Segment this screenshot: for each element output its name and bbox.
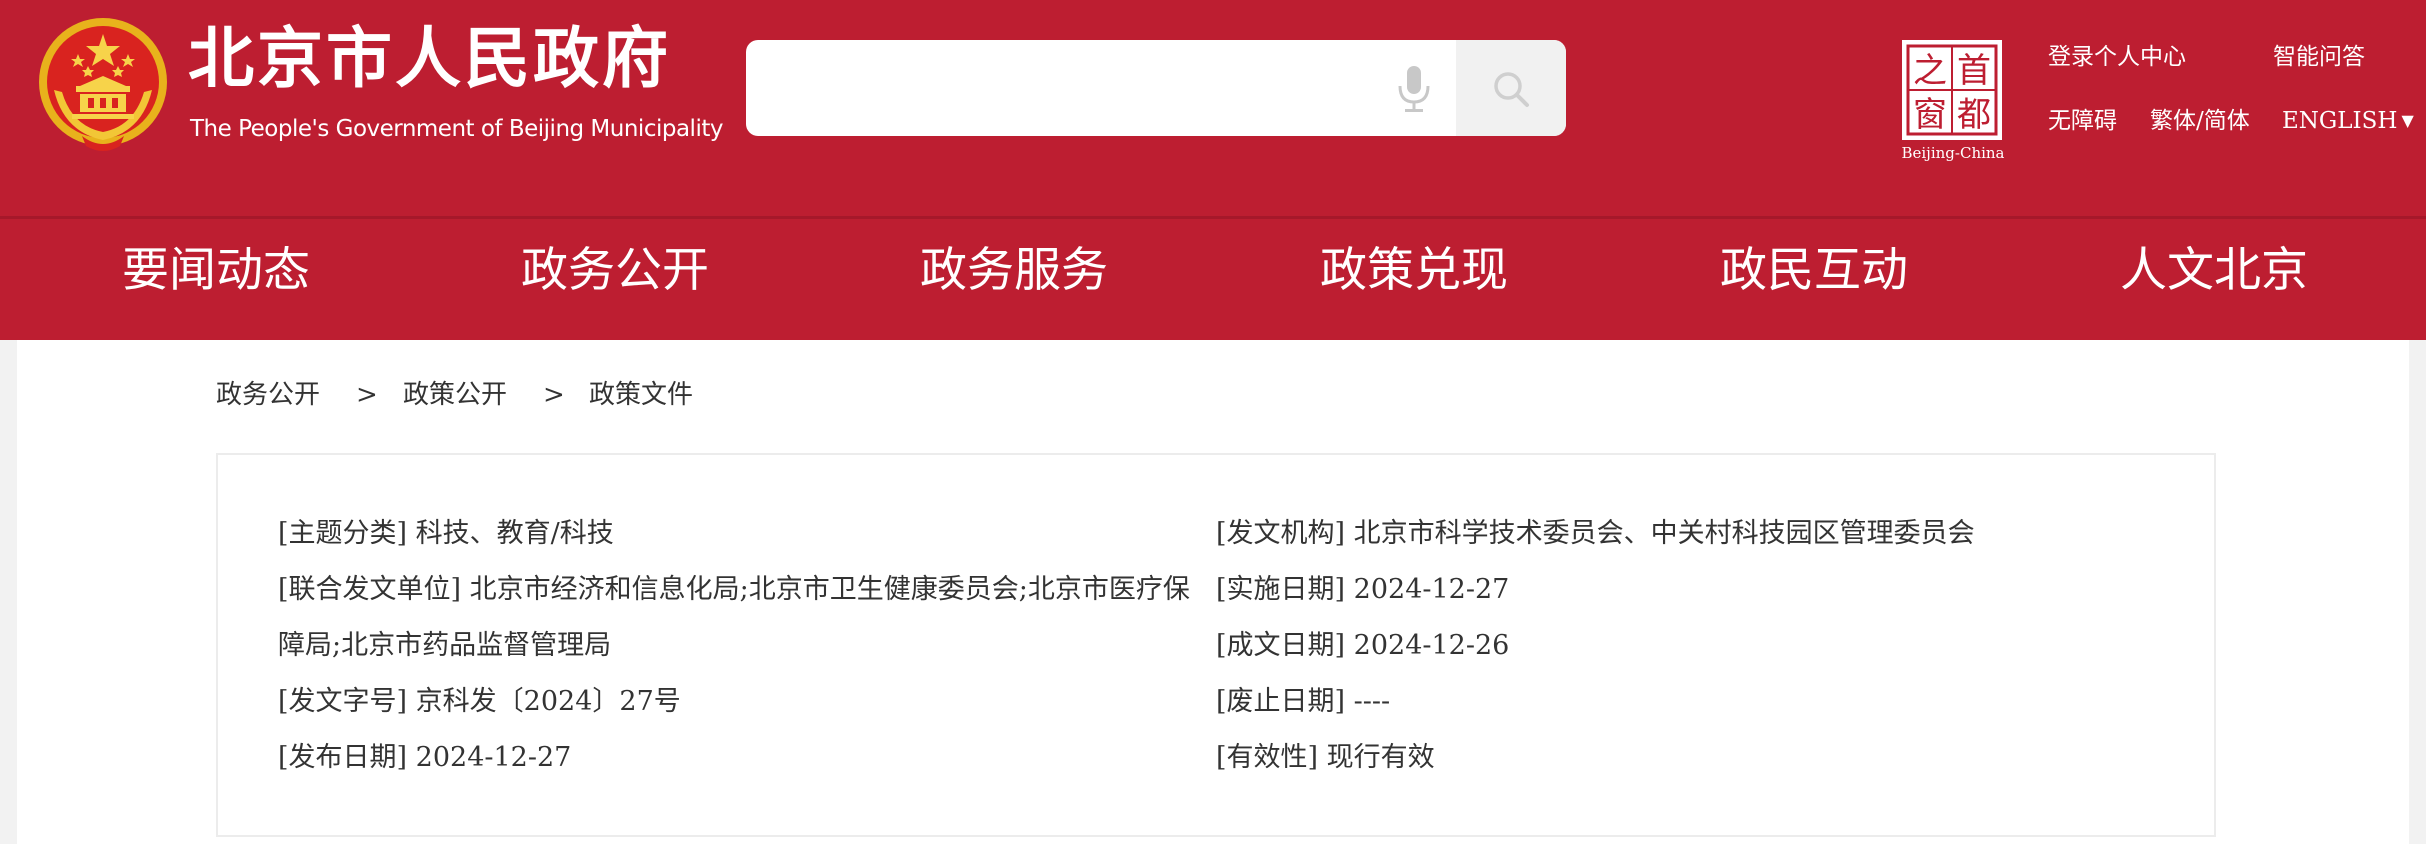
site-title-english[interactable]: The People's Government of Beijing Munic… bbox=[190, 118, 723, 141]
search-box bbox=[746, 40, 1566, 136]
capital-logo-caption: Beijing-China bbox=[1901, 144, 2004, 162]
info-row-doc-number: [发文字号] 京科发〔2024〕27号 bbox=[278, 686, 681, 717]
breadcrumb-item-current[interactable]: 政策文件 bbox=[589, 382, 693, 408]
breadcrumb-item[interactable]: 政务公开 bbox=[216, 382, 320, 408]
accessibility-link[interactable]: 无障碍 bbox=[2048, 110, 2117, 133]
site-title[interactable]: 北京市人民政府 bbox=[188, 26, 671, 92]
info-row-written-date: [成文日期] 2024-12-26 bbox=[1216, 630, 1510, 661]
breadcrumb-separator: > bbox=[543, 380, 565, 410]
english-label: ENGLISH bbox=[2282, 108, 2398, 134]
nav-item-gov-affairs[interactable]: 政务公开 bbox=[521, 243, 709, 299]
search-button[interactable] bbox=[1456, 40, 1566, 136]
login-link[interactable]: 登录个人中心 bbox=[2048, 46, 2186, 69]
search-icon bbox=[1494, 72, 1529, 107]
capital-window-logo[interactable]: 首 都 之 窗 Beijing-China bbox=[1898, 38, 2008, 164]
info-row-effective-date: [实施日期] 2024-12-27 bbox=[1216, 574, 1510, 605]
nav-item-news[interactable]: 要闻动态 bbox=[122, 243, 310, 299]
english-link[interactable]: ENGLISH ▼ bbox=[2282, 110, 2414, 133]
main-nav: 要闻动态 政务公开 政务服务 政策兑现 政民互动 人文北京 bbox=[0, 219, 2426, 340]
nav-item-policy[interactable]: 政策兑现 bbox=[1320, 243, 1508, 299]
chevron-down-icon: ▼ bbox=[2401, 111, 2414, 130]
ai-qa-link[interactable]: 智能问答 bbox=[2273, 46, 2365, 69]
capital-logo-char: 都 bbox=[1957, 95, 1991, 135]
info-row-validity: [有效性] 现行有效 bbox=[1216, 742, 1435, 773]
search-input[interactable] bbox=[746, 40, 1456, 136]
capital-logo-char: 窗 bbox=[1913, 95, 1947, 135]
info-row-issuing-agency: [发文机构] 北京市科学技术委员会、中关村科技园区管理委员会 bbox=[1216, 518, 1975, 549]
breadcrumb-item[interactable]: 政策公开 bbox=[403, 382, 507, 408]
info-row-publish-date: [发布日期] 2024-12-27 bbox=[278, 742, 572, 773]
nav-item-interaction[interactable]: 政民互动 bbox=[1720, 243, 1908, 299]
capital-logo-char: 之 bbox=[1913, 51, 1947, 91]
info-row-topic: [主题分类] 科技、教育/科技 bbox=[278, 518, 614, 549]
national-emblem-icon[interactable] bbox=[34, 14, 172, 156]
capital-logo-char: 首 bbox=[1957, 51, 1991, 91]
script-toggle-link[interactable]: 繁体/简体 bbox=[2150, 110, 2250, 133]
info-row-joint-issuers-cont: 障局;北京市药品监督管理局 bbox=[278, 630, 612, 661]
nav-item-gov-services[interactable]: 政务服务 bbox=[920, 243, 1108, 299]
nav-item-culture[interactable]: 人文北京 bbox=[2120, 243, 2308, 299]
breadcrumb-separator: > bbox=[356, 380, 378, 410]
microphone-icon[interactable] bbox=[1396, 64, 1432, 114]
info-row-joint-issuers: [联合发文单位] 北京市经济和信息化局;北京市卫生健康委员会;北京市医疗保 bbox=[278, 574, 1190, 605]
info-row-abolish-date: [废止日期] ---- bbox=[1216, 686, 1391, 717]
